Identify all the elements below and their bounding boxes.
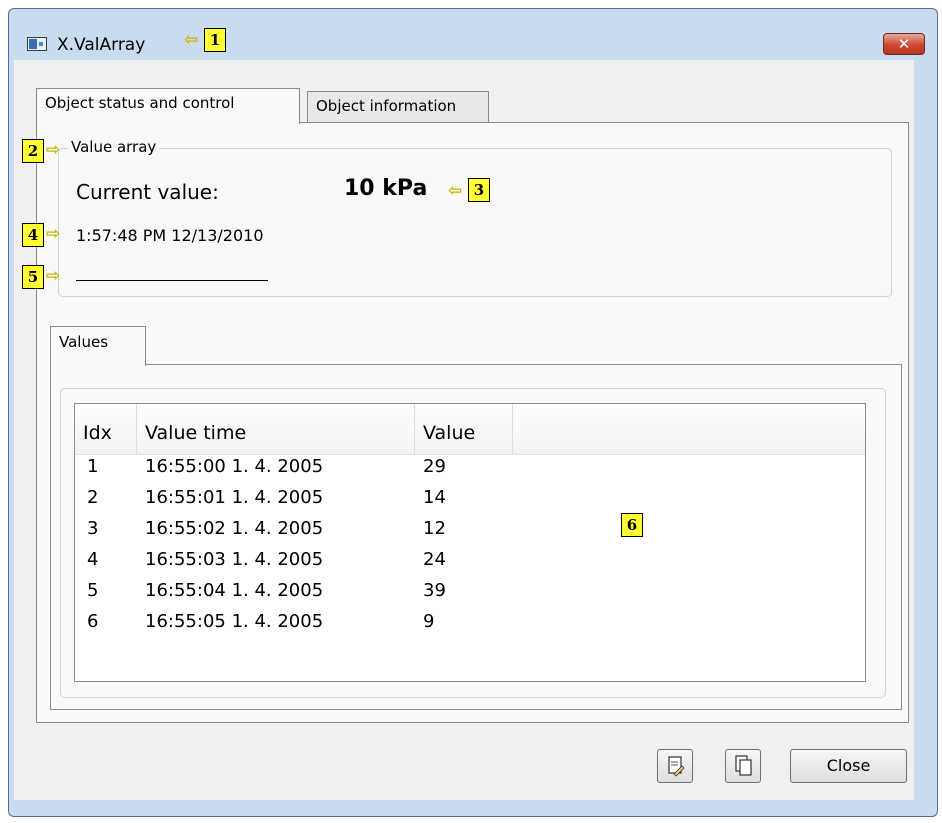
cell-value-time: 16:55:03 1. 4. 2005 — [145, 549, 324, 570]
close-button-label: Close — [826, 756, 871, 775]
arrow-right-icon: ⇨ — [46, 266, 61, 286]
app-window-icon — [27, 37, 47, 51]
copy-icon — [668, 756, 685, 777]
cell-value: 24 — [423, 549, 446, 570]
cell-idx: 2 — [87, 487, 99, 508]
tab-label: Values — [59, 333, 109, 351]
arrow-right-icon: ⇨ — [46, 224, 61, 244]
table-row[interactable]: 3 16:55:02 1. 4. 2005 12 — [75, 518, 515, 550]
empty-status-line — [76, 280, 268, 281]
table-row[interactable]: 1 16:55:00 1. 4. 2005 29 — [75, 456, 515, 488]
value-array-groupbox — [58, 148, 892, 297]
arrow-left-icon: ⇦ — [184, 30, 199, 50]
callout-number: 3 — [468, 178, 490, 202]
column-header-value[interactable]: Value — [415, 404, 513, 454]
cell-idx: 5 — [87, 580, 99, 601]
cell-idx: 4 — [87, 549, 99, 570]
table-row[interactable]: 2 16:55:01 1. 4. 2005 14 — [75, 487, 515, 519]
cell-value-time: 16:55:01 1. 4. 2005 — [145, 487, 324, 508]
cell-value: 14 — [423, 487, 446, 508]
callout-number: 1 — [204, 28, 226, 52]
value-timestamp: 1:57:48 PM 12/13/2010 — [76, 226, 264, 245]
paste-icon — [735, 755, 752, 776]
window-close-button[interactable]: ✕ — [883, 33, 925, 55]
column-header-idx[interactable]: Idx — [75, 404, 137, 454]
values-table[interactable]: Idx Value time Value 1 16:55:00 1. 4. 200… — [74, 403, 866, 682]
table-row[interactable]: 5 16:55:04 1. 4. 2005 39 — [75, 580, 515, 612]
arrow-left-icon: ⇦ — [448, 181, 463, 201]
callout-number: 2 — [22, 139, 44, 163]
tab-object-status-and-control[interactable]: Object status and control — [36, 88, 300, 124]
tab-object-information[interactable]: Object information — [307, 91, 489, 123]
cell-value-time: 16:55:00 1. 4. 2005 — [145, 456, 324, 477]
tab-label: Object information — [316, 97, 457, 115]
cell-value: 39 — [423, 580, 446, 601]
tab-label: Object status and control — [45, 94, 235, 112]
cell-value-time: 16:55:04 1. 4. 2005 — [145, 580, 324, 601]
cell-value: 12 — [423, 518, 446, 539]
arrow-right-icon: ⇨ — [46, 140, 61, 160]
callout-number: 6 — [621, 513, 643, 537]
cell-idx: 3 — [87, 518, 99, 539]
cell-idx: 6 — [87, 611, 99, 632]
current-value: 10 kPa — [344, 176, 428, 201]
callout-number: 5 — [22, 265, 44, 289]
cell-value-time: 16:55:02 1. 4. 2005 — [145, 518, 324, 539]
cell-value-time: 16:55:05 1. 4. 2005 — [145, 611, 324, 632]
callout-number: 4 — [22, 223, 44, 247]
copy-button[interactable] — [657, 749, 693, 783]
paste-button[interactable] — [725, 749, 761, 783]
title-bar[interactable]: X.ValArray ✕ — [9, 9, 937, 67]
close-icon: ✕ — [897, 35, 911, 53]
table-row[interactable]: 4 16:55:03 1. 4. 2005 24 — [75, 549, 515, 581]
window-title: X.ValArray — [57, 35, 146, 55]
cell-value: 9 — [423, 611, 435, 632]
tab-values[interactable]: Values — [50, 326, 146, 366]
column-header-value-time[interactable]: Value time — [137, 404, 415, 454]
table-header: Idx Value time Value — [75, 404, 865, 455]
cell-value: 29 — [423, 456, 446, 477]
close-button[interactable]: Close — [790, 749, 907, 783]
cell-idx: 1 — [87, 456, 99, 477]
current-value-label: Current value: — [76, 180, 219, 204]
table-row[interactable]: 6 16:55:05 1. 4. 2005 9 — [75, 611, 515, 643]
group-title-value-array: Value array — [68, 138, 160, 156]
